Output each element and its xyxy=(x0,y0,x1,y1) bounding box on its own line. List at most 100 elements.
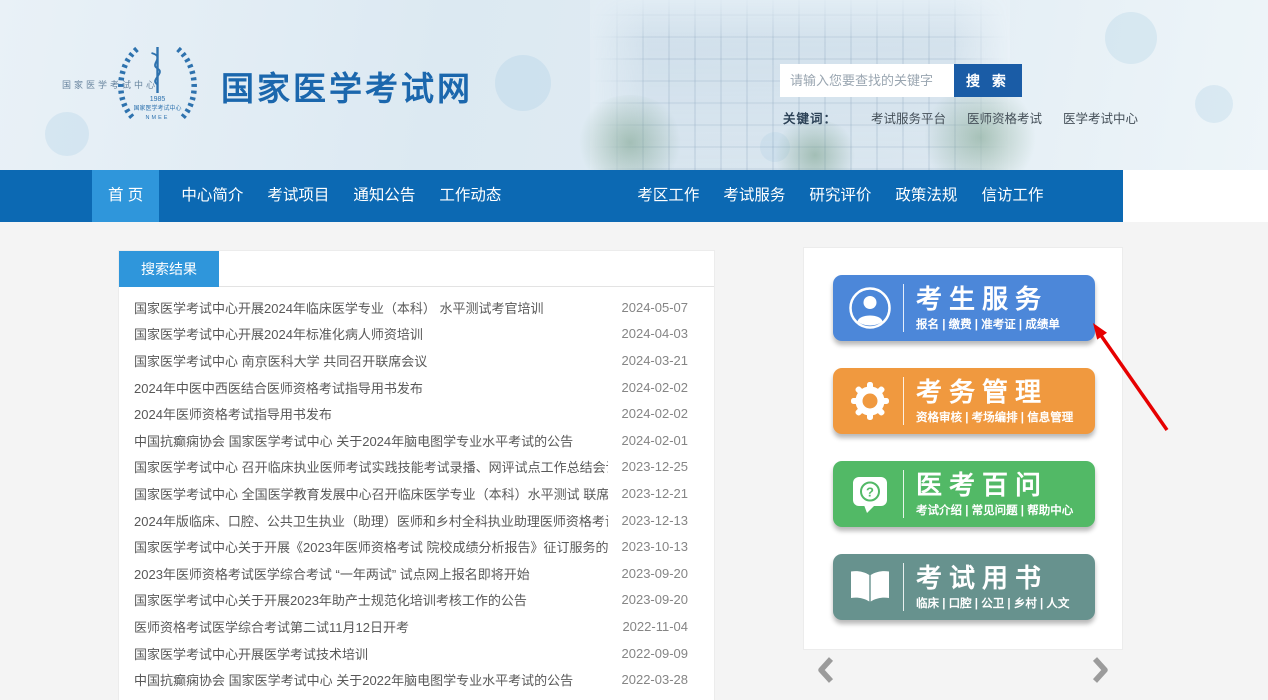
keyword-link[interactable]: 医师资格考试 xyxy=(967,108,1042,127)
nav-item[interactable]: 考区工作 xyxy=(635,170,701,222)
quick-services-panel: 考生服务 报名 | 缴费 | 准考证 | 成绩单 考务 xyxy=(803,247,1123,650)
result-row[interactable]: 2024年医师资格考试指导用书发布 2024-02-02 xyxy=(119,400,714,427)
nav-item[interactable]: 工作动态 xyxy=(437,170,503,222)
keyword-link[interactable]: 考试服务平台 xyxy=(871,108,946,127)
result-title[interactable]: 国家医学考试中心 南京医科大学 共同召开联席会议 xyxy=(134,351,608,370)
result-date: 2024-04-03 xyxy=(608,326,688,341)
question-icon: ? xyxy=(846,472,894,516)
result-date: 2023-12-25 xyxy=(608,459,688,474)
result-date: 2022-03-28 xyxy=(608,672,688,687)
hot-keywords: 关键词： 考试服务平台 医师资格考试 医学考试中心 xyxy=(783,108,1159,127)
result-date: 2024-02-02 xyxy=(608,406,688,421)
divider xyxy=(903,377,904,425)
divider xyxy=(903,470,904,518)
keyword-link[interactable]: 医学考试中心 xyxy=(1063,108,1138,127)
card-title: 考生服务 xyxy=(916,285,1060,313)
result-date: 2022-11-04 xyxy=(608,619,688,634)
card-subtitle: 资格审核 | 考场编排 | 信息管理 xyxy=(916,409,1073,425)
nav-item[interactable]: 政策法规 xyxy=(893,170,959,222)
result-date: 2023-09-20 xyxy=(608,592,688,607)
card-subtitle: 报名 | 缴费 | 准考证 | 成绩单 xyxy=(916,316,1060,332)
divider xyxy=(903,563,904,611)
result-title[interactable]: 国家医学考试中心 全国医学教育发展中心召开临床医学专业（本科）水平测试 联席会议 xyxy=(134,484,608,503)
search-results-panel: 搜索结果 国家医学考试中心开展2024年临床医学专业（本科） 水平测试考官培训 … xyxy=(118,250,715,700)
card-title: 考试用书 xyxy=(916,564,1069,592)
nav-item[interactable]: 考试项目 xyxy=(265,170,331,222)
services-carousel-nav xyxy=(803,655,1123,690)
result-title[interactable]: 国家医学考试中心开展医学考试技术培训 xyxy=(134,644,608,663)
result-row[interactable]: 2024年中医中西医结合医师资格考试指导用书发布 2024-02-02 xyxy=(119,374,714,401)
result-row[interactable]: 国家医学考试中心关于开展2023年助产士规范化培训考核工作的公告 2023-09… xyxy=(119,587,714,614)
card-exam-books[interactable]: 考试用书 临床 | 口腔 | 公卫 | 乡村 | 人文 xyxy=(833,554,1095,620)
card-examinee-services[interactable]: 考生服务 报名 | 缴费 | 准考证 | 成绩单 xyxy=(833,275,1095,341)
search-button[interactable]: 搜 索 xyxy=(954,64,1022,97)
nav-item[interactable]: 通知公告 xyxy=(351,170,417,222)
result-date: 2024-05-07 xyxy=(608,300,688,315)
gear-icon xyxy=(846,379,894,423)
result-title[interactable]: 国家医学考试中心关于开展2023年助产士规范化培训考核工作的公告 xyxy=(134,590,608,609)
result-title[interactable]: 国家医学考试中心 召开临床执业医师考试实践技能考试录播、网评试点工作总结会议 xyxy=(134,457,608,476)
result-title[interactable]: 中国抗癫痫协会 国家医学考试中心 关于2024年脑电图学专业水平考试的公告 xyxy=(134,431,608,450)
result-row[interactable]: 国家医学考试中心开展2024年标准化病人师资培训 2024-04-03 xyxy=(119,321,714,348)
site-logo[interactable]: 1985 国家医学考试中心 NMEE 国家医学考试网 xyxy=(110,38,473,133)
result-date: 2024-03-21 xyxy=(608,353,688,368)
bokeh-decoration xyxy=(1195,85,1233,123)
search-bar: 搜 索 xyxy=(780,64,1022,97)
svg-text:1985: 1985 xyxy=(150,96,166,103)
result-title[interactable]: 2023年医师资格考试医学综合考试 “一年两试” 试点网上报名即将开始 xyxy=(134,564,608,583)
result-row[interactable]: 2024年版临床、口腔、公共卫生执业（助理）医师和乡村全科执业助理医师资格考试大… xyxy=(119,507,714,534)
result-row[interactable]: 国家医学考试中心开展医学考试技术培训 2022-09-09 xyxy=(119,640,714,667)
divider xyxy=(903,284,904,332)
search-input[interactable] xyxy=(780,64,954,97)
result-date: 2024-02-02 xyxy=(608,380,688,395)
result-title[interactable]: 国家医学考试中心开展2024年临床医学专业（本科） 水平测试考官培训 xyxy=(134,298,608,317)
page-header: 国家医学考试中心 1985 国家医学考试中心 NMEE 国家医学考试网 搜 索 … xyxy=(0,0,1268,170)
bokeh-decoration xyxy=(495,55,551,111)
site-title: 国家医学考试网 xyxy=(221,62,473,110)
result-date: 2023-10-13 xyxy=(608,539,688,554)
result-row[interactable]: 国家医学考试中心开展2024年临床医学专业（本科） 水平测试考官培训 2024-… xyxy=(119,294,714,321)
result-title[interactable]: 2024年医师资格考试指导用书发布 xyxy=(134,404,608,423)
card-subtitle: 临床 | 口腔 | 公卫 | 乡村 | 人文 xyxy=(916,595,1069,611)
carousel-next-button[interactable] xyxy=(1090,655,1110,690)
nav-item[interactable]: 首 页 xyxy=(92,170,159,222)
result-title[interactable]: 医师资格考试医学综合考试第二试11月12日开考 xyxy=(134,617,608,636)
result-title[interactable]: 中国抗癫痫协会 国家医学考试中心 关于2022年脑电图学专业水平考试的公告 xyxy=(134,670,608,689)
card-subtitle: 考试介绍 | 常见问题 | 帮助中心 xyxy=(916,502,1073,518)
chevron-right-icon xyxy=(1090,655,1110,685)
card-title: 考务管理 xyxy=(916,378,1073,406)
result-row[interactable]: 2023年医师资格考试医学综合考试 “一年两试” 试点网上报名即将开始 2023… xyxy=(119,560,714,587)
nav-item[interactable]: 中心简介 xyxy=(179,170,245,222)
result-row[interactable]: 医师资格考试医学综合考试第二试11月12日开考 2022-11-04 xyxy=(119,613,714,640)
card-exam-faq[interactable]: ? 医考百问 考试介绍 | 常见问题 | 帮助中心 xyxy=(833,461,1095,527)
nav-item[interactable]: 考试服务 xyxy=(721,170,787,222)
result-title[interactable]: 2024年中医中西医结合医师资格考试指导用书发布 xyxy=(134,378,608,397)
result-row[interactable]: 国家医学考试中心 召开临床执业医师考试实践技能考试录播、网评试点工作总结会议 2… xyxy=(119,454,714,481)
card-exam-administration[interactable]: 考务管理 资格审核 | 考场编排 | 信息管理 xyxy=(833,368,1095,434)
result-row[interactable]: 中国抗癫痫协会 国家医学考试中心 关于2024年脑电图学专业水平考试的公告 20… xyxy=(119,427,714,454)
chevron-left-icon xyxy=(816,655,836,685)
bokeh-decoration xyxy=(1105,12,1157,64)
card-title: 医考百问 xyxy=(916,471,1073,499)
tab-search-results[interactable]: 搜索结果 xyxy=(119,251,219,287)
result-title[interactable]: 国家医学考试中心开展2024年标准化病人师资培训 xyxy=(134,324,608,343)
results-tab-bar: 搜索结果 xyxy=(119,251,714,287)
result-row[interactable]: 中国抗癫痫协会 国家医学考试中心 关于2022年脑电图学专业水平考试的公告 20… xyxy=(119,666,714,693)
result-title[interactable]: 2024年版临床、口腔、公共卫生执业（助理）医师和乡村全科执业助理医师资格考试大… xyxy=(134,511,608,530)
result-date: 2023-12-13 xyxy=(608,513,688,528)
carousel-prev-button[interactable] xyxy=(816,655,836,690)
result-row[interactable]: 国家医学考试中心 南京医科大学 共同召开联席会议 2024-03-21 xyxy=(119,347,714,374)
result-date: 2023-09-20 xyxy=(608,566,688,581)
results-list: 国家医学考试中心开展2024年临床医学专业（本科） 水平测试考官培训 2024-… xyxy=(119,287,714,700)
result-row[interactable]: 国家医学考试中心关于开展《2023年医师资格考试 院校成绩分析报告》征订服务的通… xyxy=(119,533,714,560)
svg-text:国家医学考试中心: 国家医学考试中心 xyxy=(133,104,181,112)
svg-text:NMEE: NMEE xyxy=(146,115,170,121)
result-title[interactable]: 国家医学考试中心关于开展《2023年医师资格考试 院校成绩分析报告》征订服务的通… xyxy=(134,537,608,556)
result-row[interactable]: 国家医学考试中心 全国医学教育发展中心召开临床医学专业（本科）水平测试 联席会议… xyxy=(119,480,714,507)
nav-item[interactable]: 信访工作 xyxy=(979,170,1045,222)
keywords-label: 关键词： xyxy=(783,108,837,127)
book-icon xyxy=(846,567,894,607)
result-row[interactable]: 医学院校《2021年医师资格考试成绩分析报告》开始提供 2022-02-23 xyxy=(119,693,714,700)
result-date: 2022-09-09 xyxy=(608,646,688,661)
nav-item[interactable]: 研究评价 xyxy=(807,170,873,222)
